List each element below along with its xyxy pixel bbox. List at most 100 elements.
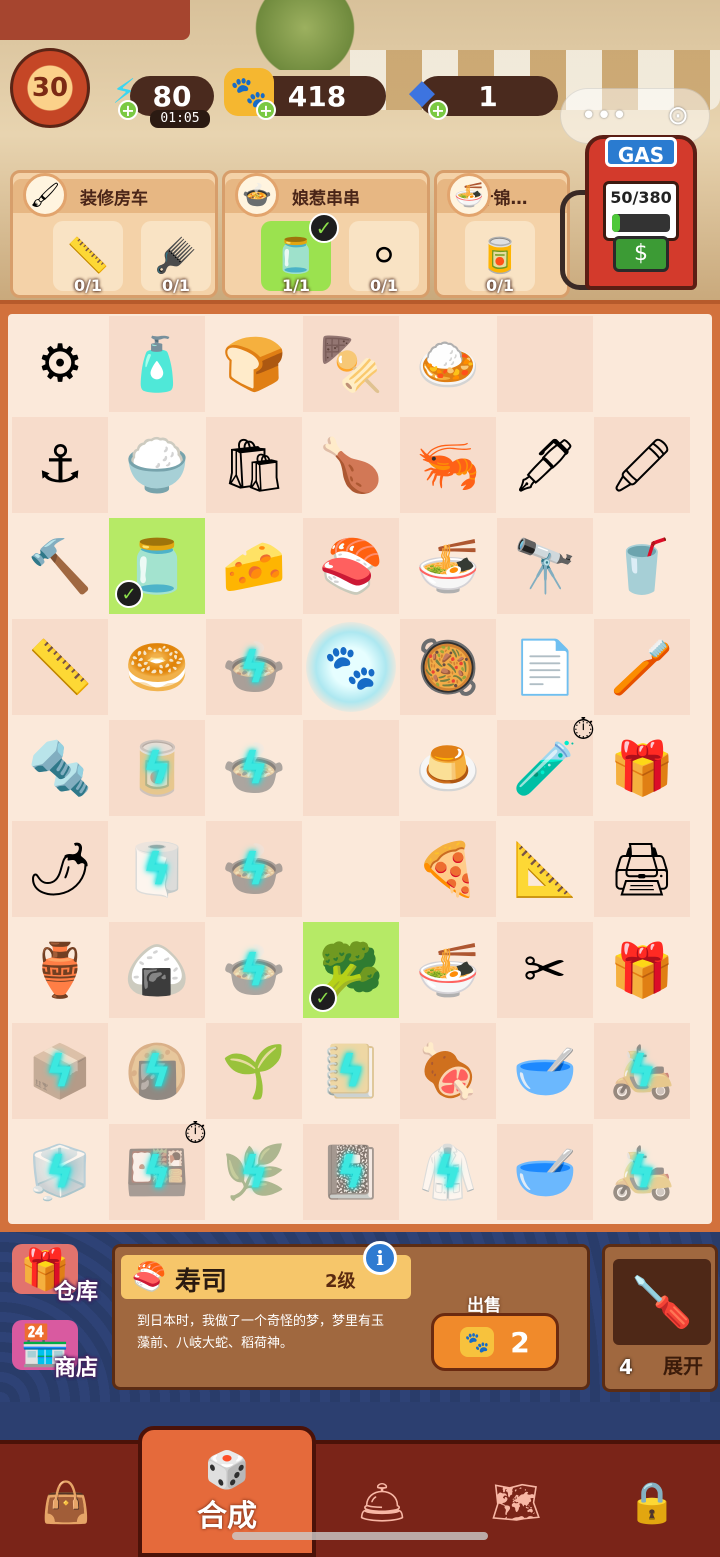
order-card[interactable]: 什锦… 🍜 🥫 0/1 (434, 170, 570, 298)
expand-button[interactable]: 展开 (663, 1350, 703, 1379)
board-cell[interactable]: 🧀 (206, 518, 302, 614)
ink-bottle-icon: 🖋 (511, 435, 578, 496)
order-panel: 装修房车 🖌 📏 0/1 🪮 0/1 娘惹串串 🍲 🫙 1/1 ✓ ⚪ 0/1 … (10, 170, 570, 300)
board-cell[interactable]: 🍖 (400, 1023, 496, 1119)
board-cell[interactable]: 🍞 (206, 316, 302, 412)
board-cell[interactable]: 🔩 (12, 720, 108, 816)
board-cell[interactable]: 🎁 (594, 720, 690, 816)
board-cell[interactable]: 🍚 (109, 417, 205, 513)
check-icon: ✓ (309, 213, 339, 243)
board-cell[interactable]: 🖨 (594, 821, 690, 917)
tool-card[interactable]: 🪛 4 展开 (602, 1244, 718, 1392)
board-cell[interactable]: 🥼 ϟ (400, 1124, 496, 1220)
board-cell[interactable]: 🧊 ϟ (12, 1124, 108, 1220)
roast-duck-icon: 🍖 (415, 1041, 481, 1102)
board-cell[interactable]: 🖍 (594, 417, 690, 513)
board-cell[interactable]: 🦐 (400, 417, 496, 513)
tab-bag[interactable]: 👜 (6, 1462, 126, 1542)
tab-locked[interactable]: 🔒 (592, 1462, 712, 1542)
board-cell[interactable]: 🍣 (303, 518, 399, 614)
tab-map[interactable]: 🗺 (456, 1462, 576, 1542)
board-cell[interactable]: 🖋 (497, 417, 593, 513)
energy-plus-icon[interactable]: + (118, 100, 138, 120)
board-cell[interactable]: 🍜 (400, 922, 496, 1018)
board-cell[interactable]: 🍛 (400, 316, 496, 412)
board-cell[interactable]: ✂ (497, 922, 593, 1018)
board-cell[interactable]: 🥣 (497, 1124, 593, 1220)
gem-plus-icon[interactable]: + (428, 100, 448, 120)
board-cell[interactable]: 🥫 ϟ (109, 720, 205, 816)
tab-kitchen[interactable]: 🛎 (322, 1462, 442, 1542)
board-cell[interactable]: 🍘 ϟ (109, 1023, 205, 1119)
board-cell[interactable]: 🪥 (594, 619, 690, 715)
board-cell[interactable]: 🍙 (109, 922, 205, 1018)
board-cell[interactable]: 🧻 ϟ (109, 821, 205, 917)
board-cell[interactable]: 🍱 ϟ ⏱ (109, 1116, 207, 1220)
order-card[interactable]: 装修房车 🖌 📏 0/1 🪮 0/1 (10, 170, 218, 298)
board-cell[interactable]: 📓 ϟ (303, 1124, 399, 1220)
sell-button[interactable]: 🐾 2 (431, 1313, 559, 1371)
board-cell[interactable]: 🍢 (303, 316, 399, 412)
board-cell[interactable]: 🏺 (12, 922, 108, 1018)
warehouse-button[interactable]: 🎁 仓库 (6, 1240, 102, 1310)
board-cell[interactable]: 🍜 (400, 518, 496, 614)
board-cell[interactable]: 🥘 (400, 619, 496, 715)
board-cell[interactable]: 🔭 (497, 518, 593, 614)
board-cell[interactable]: 🍲 ϟ (206, 922, 302, 1018)
board-cell[interactable]: 🌶 (12, 821, 108, 917)
board-cell[interactable]: ⚓ (12, 417, 108, 513)
board-cell[interactable]: 🍲 ϟ (206, 720, 302, 816)
board-cell[interactable]: 🎁 (594, 922, 690, 1018)
board-cell[interactable]: 🍮 (400, 720, 496, 816)
fuel-value: 50/380 (610, 188, 672, 207)
screw-icon: 🔩 (27, 738, 93, 799)
board-cell[interactable]: 🔨 (12, 518, 108, 614)
shop-button[interactable]: 🏪 商店 (6, 1316, 102, 1386)
noodle-bowl-icon: 🍜 (415, 536, 481, 597)
board-cell[interactable]: 🍗 (303, 417, 399, 513)
player-level: 30 (31, 73, 69, 103)
board-cell[interactable]: 🥤 (594, 518, 690, 614)
gift-box-2-icon: 🎁 (609, 940, 675, 1001)
board-cell[interactable]: 🌱 (206, 1023, 302, 1119)
board-cell[interactable]: 🍲 ϟ (206, 821, 302, 917)
board-cell[interactable]: 📒 ϟ (303, 1023, 399, 1119)
order-count: 0/1 (369, 276, 399, 295)
cash-icon[interactable]: $ (613, 236, 669, 272)
close-icon[interactable]: ⊙ (667, 101, 689, 131)
board-cell[interactable]: 🥣 (497, 1023, 593, 1119)
board-cell[interactable]: 🛍 (206, 417, 302, 513)
board-cell[interactable]: 🥯 (109, 619, 205, 715)
paw-glow-cell[interactable]: 🐾 (303, 619, 399, 715)
board-cell[interactable]: 🌿 ϟ (206, 1124, 302, 1220)
info-icon[interactable]: i (363, 1241, 397, 1275)
board-cell[interactable]: 🥦 ✓ (303, 922, 399, 1018)
board-cell[interactable]: 📄 (497, 619, 593, 715)
order-slot[interactable]: ⚪ 0/1 (349, 221, 419, 295)
meatball-icon: ⚪ (369, 236, 399, 276)
order-card[interactable]: 娘惹串串 🍲 🫙 1/1 ✓ ⚪ 0/1 (222, 170, 430, 298)
shrimp-pot-icon: 🦐 (415, 435, 481, 496)
order-slot[interactable]: 📏 0/1 (53, 221, 123, 295)
board-cell[interactable]: 🍕 (400, 821, 496, 917)
paw-glow-icon[interactable]: 🐾 (306, 622, 396, 712)
order-slot[interactable]: 🥫 0/1 (465, 221, 535, 295)
board-cell[interactable]: 📦 ϟ (12, 1023, 108, 1119)
board-cell[interactable]: 🍲 ϟ (206, 619, 302, 715)
board-cell[interactable]: ⚙ (12, 316, 108, 412)
board-cell[interactable]: 📐 (497, 821, 593, 917)
board-cell[interactable]: 🧴 (109, 316, 205, 412)
board-cell[interactable]: 🛵 ϟ (594, 1023, 690, 1119)
coin-plus-icon[interactable]: + (256, 100, 276, 120)
skewers-icon: 🍢 (318, 334, 384, 395)
board-cell[interactable]: 🫙 ✓ (109, 518, 205, 614)
board-cell[interactable]: 🛵 ϟ (594, 1124, 690, 1220)
order-slot[interactable]: 🪮 0/1 (141, 221, 211, 295)
more-icon[interactable]: ••• (581, 101, 627, 131)
player-level-badge[interactable]: 30 (10, 48, 90, 128)
board-cell[interactable]: 📏 (12, 619, 108, 715)
board-cell[interactable]: 🧪 ⏱ (497, 712, 595, 816)
timer-icon: ⏱ (571, 712, 595, 747)
eyelash-curler-icon: 🪮 (154, 236, 198, 276)
gas-pump[interactable]: GAS 50/380 $ (585, 135, 697, 290)
